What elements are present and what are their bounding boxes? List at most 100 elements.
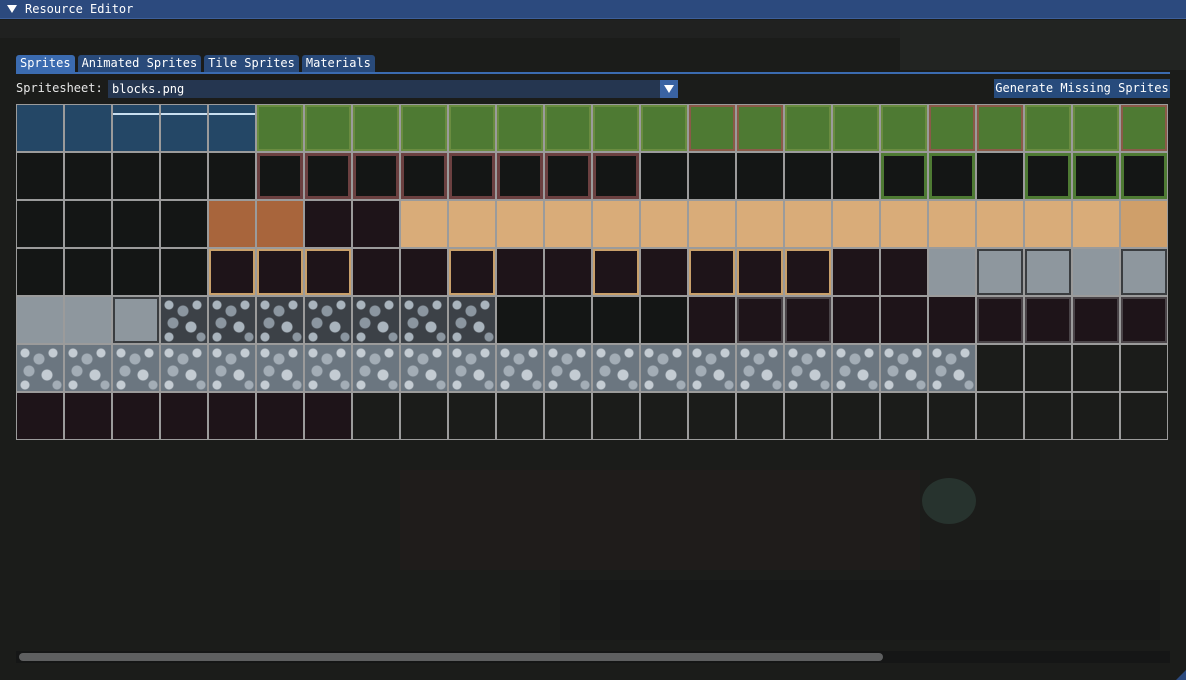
sprite-cell[interactable] <box>1120 392 1168 440</box>
sprite-cell[interactable] <box>736 152 784 200</box>
sprite-cell[interactable] <box>400 200 448 248</box>
sprite-cell[interactable] <box>64 296 112 344</box>
sprite-cell[interactable] <box>784 392 832 440</box>
sprite-cell[interactable] <box>64 200 112 248</box>
sprite-cell[interactable] <box>496 296 544 344</box>
sprite-cell[interactable] <box>592 104 640 152</box>
triangle-down-icon[interactable] <box>7 5 17 13</box>
sprite-cell[interactable] <box>160 392 208 440</box>
sprite-cell[interactable] <box>544 104 592 152</box>
sprite-cell[interactable] <box>976 296 1024 344</box>
sprite-cell[interactable] <box>352 296 400 344</box>
sprite-cell[interactable] <box>1024 152 1072 200</box>
sprite-cell[interactable] <box>112 104 160 152</box>
sprite-cell[interactable] <box>256 344 304 392</box>
sprite-cell[interactable] <box>448 104 496 152</box>
sprite-cell[interactable] <box>832 104 880 152</box>
sprite-cell[interactable] <box>448 296 496 344</box>
sprite-cell[interactable] <box>256 296 304 344</box>
sprite-cell[interactable] <box>784 248 832 296</box>
sprite-cell[interactable] <box>544 152 592 200</box>
sprite-cell[interactable] <box>976 152 1024 200</box>
sprite-cell[interactable] <box>976 344 1024 392</box>
tab-materials[interactable]: Materials <box>301 55 375 72</box>
sprite-cell[interactable] <box>640 248 688 296</box>
sprite-cell[interactable] <box>880 344 928 392</box>
sprite-cell[interactable] <box>16 152 64 200</box>
sprite-cell[interactable] <box>352 392 400 440</box>
sprite-cell[interactable] <box>64 152 112 200</box>
horizontal-scrollbar[interactable] <box>16 651 1170 663</box>
sprite-cell[interactable] <box>400 296 448 344</box>
sprite-cell[interactable] <box>304 104 352 152</box>
sprite-cell[interactable] <box>976 104 1024 152</box>
combo-dropdown-button[interactable] <box>660 80 678 98</box>
sprite-cell[interactable] <box>688 152 736 200</box>
sprite-cell[interactable] <box>16 392 64 440</box>
sprite-cell[interactable] <box>208 344 256 392</box>
sprite-cell[interactable] <box>832 344 880 392</box>
sprite-cell[interactable] <box>304 344 352 392</box>
sprite-cell[interactable] <box>352 200 400 248</box>
sprite-cell[interactable] <box>304 200 352 248</box>
sprite-cell[interactable] <box>880 104 928 152</box>
sprite-cell[interactable] <box>928 344 976 392</box>
sprite-cell[interactable] <box>352 248 400 296</box>
sprite-cell[interactable] <box>112 344 160 392</box>
sprite-cell[interactable] <box>688 344 736 392</box>
sprite-cell[interactable] <box>112 200 160 248</box>
sprite-cell[interactable] <box>928 200 976 248</box>
sprite-cell[interactable] <box>688 392 736 440</box>
sprite-cell[interactable] <box>16 200 64 248</box>
sprite-cell[interactable] <box>1024 104 1072 152</box>
resize-grip[interactable] <box>1176 670 1186 680</box>
sprite-cell[interactable] <box>784 152 832 200</box>
sprite-cell[interactable] <box>832 296 880 344</box>
sprite-cell[interactable] <box>1120 248 1168 296</box>
sprite-cell[interactable] <box>160 296 208 344</box>
sprite-cell[interactable] <box>112 152 160 200</box>
sprite-cell[interactable] <box>928 248 976 296</box>
sprite-cell[interactable] <box>928 392 976 440</box>
sprite-cell[interactable] <box>160 104 208 152</box>
sprite-cell[interactable] <box>256 248 304 296</box>
sprite-cell[interactable] <box>544 200 592 248</box>
sprite-cell[interactable] <box>1072 296 1120 344</box>
sprite-cell[interactable] <box>736 104 784 152</box>
sprite-cell[interactable] <box>64 392 112 440</box>
sprite-cell[interactable] <box>544 248 592 296</box>
sprite-cell[interactable] <box>736 344 784 392</box>
sprite-cell[interactable] <box>400 248 448 296</box>
sprite-cell[interactable] <box>592 152 640 200</box>
sprite-cell[interactable] <box>400 344 448 392</box>
sprite-cell[interactable] <box>640 344 688 392</box>
sprite-cell[interactable] <box>832 152 880 200</box>
sprite-cell[interactable] <box>256 104 304 152</box>
sprite-cell[interactable] <box>592 248 640 296</box>
sprite-cell[interactable] <box>304 152 352 200</box>
sprite-cell[interactable] <box>640 104 688 152</box>
sprite-cell[interactable] <box>688 200 736 248</box>
sprite-cell[interactable] <box>496 392 544 440</box>
sprite-cell[interactable] <box>880 152 928 200</box>
sprite-cell[interactable] <box>256 392 304 440</box>
sprite-cell[interactable] <box>448 200 496 248</box>
sprite-cell[interactable] <box>1120 152 1168 200</box>
sprite-cell[interactable] <box>928 104 976 152</box>
sprite-cell[interactable] <box>784 200 832 248</box>
sprite-cell[interactable] <box>880 392 928 440</box>
sprite-cell[interactable] <box>640 152 688 200</box>
sprite-cell[interactable] <box>880 200 928 248</box>
sprite-cell[interactable] <box>544 392 592 440</box>
sprite-cell[interactable] <box>640 392 688 440</box>
sprite-cell[interactable] <box>592 392 640 440</box>
sprite-cell[interactable] <box>976 392 1024 440</box>
sprite-cell[interactable] <box>1072 344 1120 392</box>
tab-animated-sprites[interactable]: Animated Sprites <box>77 55 202 72</box>
sprite-cell[interactable] <box>640 200 688 248</box>
sprite-cell[interactable] <box>736 248 784 296</box>
sprite-cell[interactable] <box>1120 104 1168 152</box>
sprite-cell[interactable] <box>496 104 544 152</box>
sprite-cell[interactable] <box>448 392 496 440</box>
sprite-cell[interactable] <box>208 296 256 344</box>
